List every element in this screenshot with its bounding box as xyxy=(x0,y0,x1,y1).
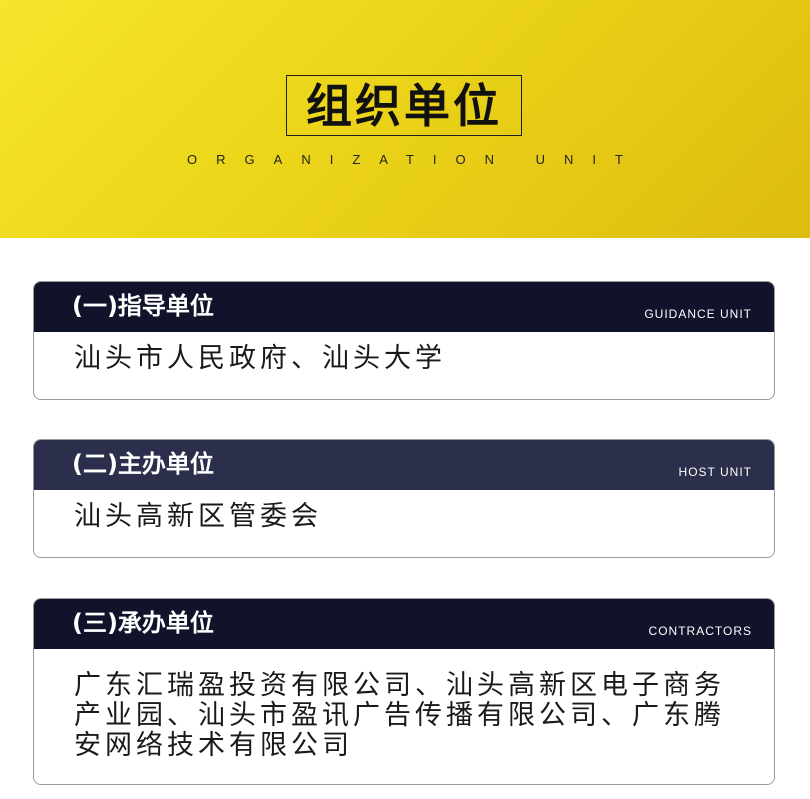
section-body-line: 汕头高新区管委会 xyxy=(74,501,322,532)
section-body-line: 汕头市人民政府、汕头大学 xyxy=(74,343,446,374)
section-body-line: 广东汇瑞盈投资有限公司、汕头高新区电子商务 xyxy=(74,670,725,701)
section-guidance-card: (一)指导单位 GUIDANCE UNIT 汕头市人民政府、汕头大学 xyxy=(33,281,775,400)
section-contractors-card: (三)承办单位 CONTRACTORS 广东汇瑞盈投资有限公司、汕头高新区电子商… xyxy=(33,598,775,785)
section-body: 汕头高新区管委会 xyxy=(34,490,774,532)
header-banner: 组织单位 ORGANIZATION UNIT xyxy=(0,0,810,238)
section-header: (二)主办单位 HOST UNIT xyxy=(34,440,774,490)
section-body-line: 产业园、汕头市盈讯广告传播有限公司、广东腾 xyxy=(74,700,725,731)
page-subtitle: ORGANIZATION UNIT xyxy=(187,152,642,167)
section-body-line: 安网络技术有限公司 xyxy=(74,730,353,761)
section-body: 汕头市人民政府、汕头大学 xyxy=(34,332,774,374)
section-header: (一)指导单位 GUIDANCE UNIT xyxy=(34,282,774,332)
section-en-label: GUIDANCE UNIT xyxy=(644,307,752,321)
section-en-label: HOST UNIT xyxy=(678,465,752,479)
page-title: 组织单位 xyxy=(306,78,502,133)
section-header: (三)承办单位 CONTRACTORS xyxy=(34,599,774,649)
title-frame: 组织单位 xyxy=(286,75,522,136)
section-en-label: CONTRACTORS xyxy=(648,624,752,638)
section-title: (二)主办单位 xyxy=(72,450,214,478)
section-body: 广东汇瑞盈投资有限公司、汕头高新区电子商务 产业园、汕头市盈讯广告传播有限公司、… xyxy=(34,649,774,761)
section-title: (三)承办单位 xyxy=(72,609,214,637)
section-title: (一)指导单位 xyxy=(72,292,214,320)
section-host-card: (二)主办单位 HOST UNIT 汕头高新区管委会 xyxy=(33,439,775,558)
